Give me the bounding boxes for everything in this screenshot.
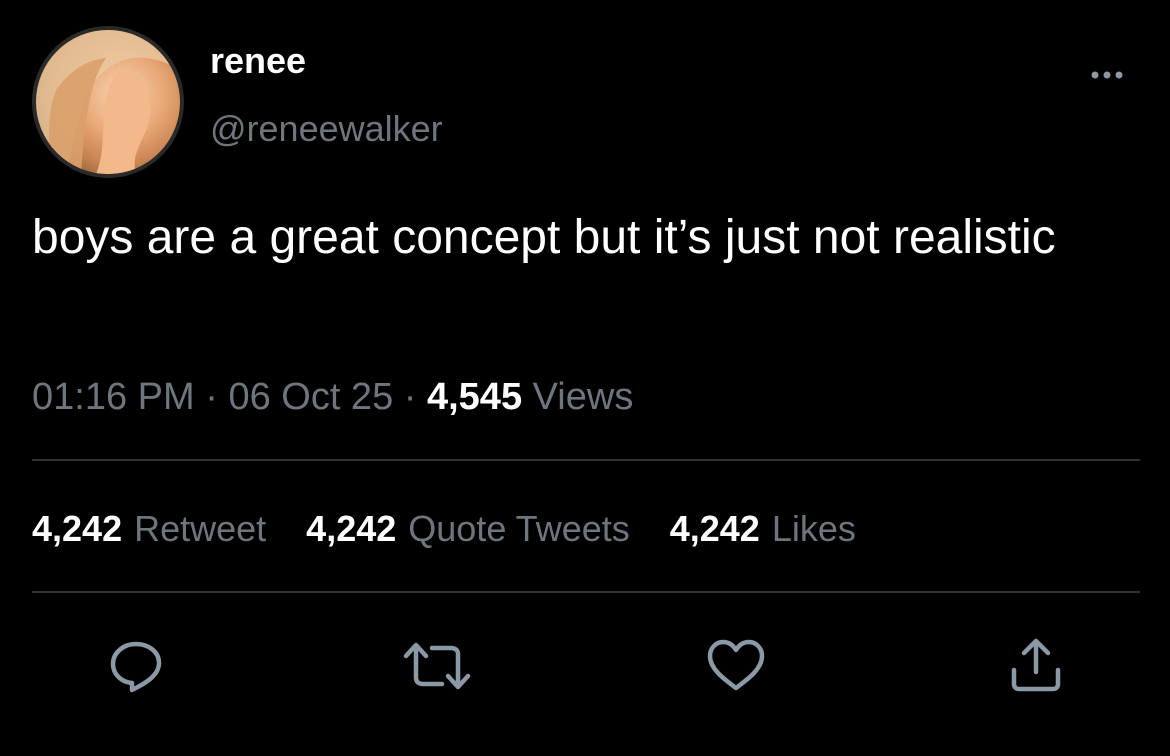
quote-tweets-label: Quote Tweets (408, 508, 630, 549)
views-label: Views (532, 376, 634, 418)
retweet-button[interactable] (402, 636, 471, 696)
avatar[interactable] (32, 26, 184, 178)
retweets-count: 4,242 (32, 508, 123, 549)
avatar-photo (36, 30, 180, 174)
retweets-stat[interactable]: 4,242 Retweet (32, 508, 266, 550)
tweet-meta: 01:16 PM · 06 Oct 25 · 4,545 Views (32, 376, 633, 419)
share-icon (1011, 638, 1061, 692)
share-button[interactable] (1006, 636, 1066, 696)
quote-tweets-stat[interactable]: 4,242 Quote Tweets (306, 508, 630, 550)
meta-separator: · (205, 376, 218, 418)
reply-button[interactable] (106, 636, 166, 696)
like-button[interactable] (704, 636, 765, 696)
divider (32, 459, 1140, 461)
meta-separator: · (403, 376, 417, 418)
action-bar (0, 636, 1170, 696)
views-count: 4,545 (426, 376, 523, 418)
tweet-time[interactable]: 01:16 PM (32, 376, 195, 418)
reply-icon (110, 641, 162, 693)
more-horizontal-icon (1091, 71, 1123, 79)
retweets-label: Retweet (134, 508, 267, 549)
more-options-button[interactable] (1088, 60, 1128, 90)
quote-tweets-count: 4,242 (306, 508, 397, 549)
user-handle[interactable]: @reneewalker (210, 108, 443, 150)
display-name[interactable]: renee (210, 40, 306, 82)
likes-count: 4,242 (669, 508, 760, 549)
likes-stat[interactable]: 4,242 Likes (670, 508, 856, 550)
engagement-stats: 4,242 Retweet 4,242 Quote Tweets 4,242 Like… (32, 508, 856, 550)
heart-icon (707, 639, 765, 691)
likes-label: Likes (771, 508, 856, 549)
retweet-icon (403, 642, 471, 690)
divider (32, 591, 1140, 593)
tweet-text: boys are a great concept but it’s just n… (32, 211, 1056, 264)
tweet-date[interactable]: 06 Oct 25 (228, 376, 393, 418)
